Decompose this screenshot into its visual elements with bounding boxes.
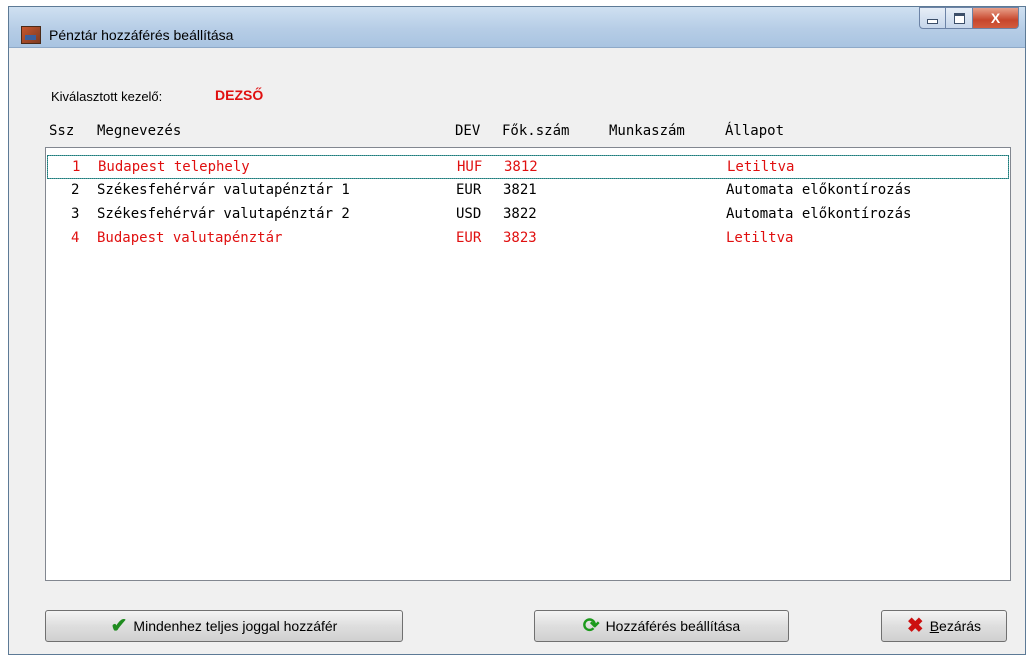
table-row[interactable]: 2 Székesfehérvár valutapénztár 1 EUR 382… (47, 179, 1009, 202)
row-ssz: 3 (71, 206, 80, 222)
table-row[interactable]: 4 Budapest valutapénztár EUR 3823 Letilt… (47, 227, 1009, 250)
row-dev: HUF (457, 159, 483, 175)
maximize-button[interactable] (946, 7, 973, 29)
header-account: Fők.szám (502, 123, 570, 139)
close-window-button[interactable]: X (973, 7, 1019, 29)
header-status: Állapot (725, 123, 785, 139)
row-account: 3823 (503, 230, 537, 246)
close-icon: X (990, 10, 1001, 26)
operator-label: Kiválasztott kezelő: (51, 89, 163, 104)
close-button[interactable]: ✖ Bezárás (881, 610, 1007, 642)
table-row[interactable]: 3 Székesfehérvár valutapénztár 2 USD 382… (47, 203, 1009, 226)
minimize-icon (927, 18, 938, 24)
maximize-icon (953, 12, 965, 24)
set-access-button[interactable]: ⟳ Hozzáférés beállítása (534, 610, 789, 642)
window-title: Pénztár hozzáférés beállítása (49, 27, 234, 43)
row-ssz: 2 (71, 182, 80, 198)
refresh-icon: ⟳ (582, 615, 600, 637)
row-account: 3821 (503, 182, 537, 198)
operator-name: DEZSŐ (215, 87, 264, 103)
row-account: 3822 (503, 206, 537, 222)
dialog-window: Pénztár hozzáférés beállítása X Kiválasz… (8, 6, 1026, 655)
row-dev: EUR (456, 230, 482, 246)
title-bar[interactable]: Pénztár hozzáférés beállítása X (9, 7, 1025, 48)
row-name: Budapest valutapénztár (97, 230, 283, 246)
window-controls: X (919, 7, 1019, 29)
header-name: Megnevezés (97, 123, 182, 139)
checkmark-icon: ✔ (110, 615, 128, 637)
dialog-content: Kiválasztott kezelő: DEZSŐ Ssz Megnevezé… (9, 48, 1025, 654)
close-label: Bezárás (929, 618, 982, 634)
row-name: Székesfehérvár valutapénztár 1 (97, 182, 350, 198)
row-status: Automata előkontírozás (726, 206, 912, 222)
row-dev: USD (456, 206, 482, 222)
row-ssz: 1 (72, 159, 81, 175)
set-access-label: Hozzáférés beállítása (605, 618, 741, 634)
row-status: Letiltva (727, 159, 795, 175)
minimize-button[interactable] (919, 7, 946, 29)
close-x-icon: ✖ (906, 615, 924, 637)
row-name: Székesfehérvár valutapénztár 2 (97, 206, 350, 222)
full-access-label: Mindenhez teljes joggal hozzáfér (133, 618, 338, 634)
full-access-button[interactable]: ✔ Mindenhez teljes joggal hozzáfér (45, 610, 403, 642)
cashdesk-list[interactable]: 1 Budapest telephely HUF 3812 Letiltva 2… (45, 147, 1011, 581)
row-status: Automata előkontírozás (726, 182, 912, 198)
row-name: Budapest telephely (98, 159, 250, 175)
row-status: Letiltva (726, 230, 794, 246)
header-worknum: Munkaszám (609, 123, 685, 139)
row-ssz: 4 (71, 230, 80, 246)
table-row[interactable]: 1 Budapest telephely HUF 3812 Letiltva (47, 155, 1009, 179)
app-icon (21, 26, 41, 44)
header-dev: DEV (455, 123, 481, 139)
header-ssz: Ssz (49, 123, 75, 139)
row-dev: EUR (456, 182, 482, 198)
row-account: 3812 (504, 159, 538, 175)
